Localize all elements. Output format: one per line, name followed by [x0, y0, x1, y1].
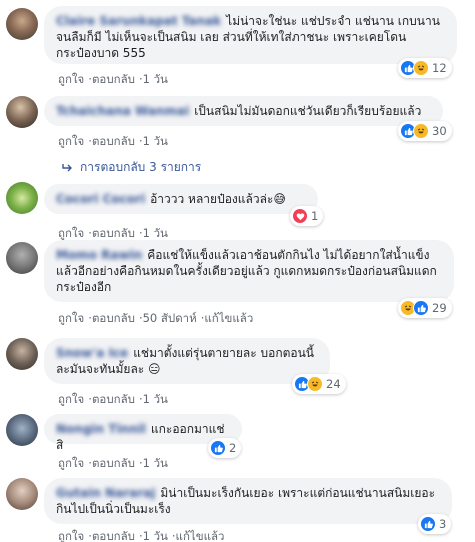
comment-author[interactable]: Nongin Tinnil	[56, 422, 146, 436]
like-reaction-icon	[413, 300, 429, 316]
comment-author[interactable]: Cocori Cocori	[56, 192, 145, 206]
comment-author[interactable]: Snow'a Ice	[56, 346, 128, 360]
edited-label[interactable]: แก้ไขแล้ว	[176, 529, 225, 542]
reply-arrow-icon	[62, 163, 72, 171]
timestamp[interactable]: 1 วัน	[143, 456, 168, 470]
reaction-summary[interactable]: 30	[398, 121, 452, 141]
avatar[interactable]	[6, 182, 38, 214]
reaction-summary[interactable]: 24	[292, 374, 346, 394]
comment-text: อ้าววว หลายป๋องแล้วล่ะ😅	[150, 192, 286, 206]
reply-link[interactable]: ตอบกลับ	[92, 392, 135, 406]
edited-label[interactable]: แก้ไขแล้ว	[204, 311, 253, 325]
comment-author[interactable]: Momo Rawin	[56, 248, 142, 262]
view-replies-link[interactable]: การตอบกลับ 3 รายการ	[62, 158, 201, 177]
comment-bubble: Tchaichana Wanmai เป็นสนิมไม่มันดอกแช่วัน…	[44, 96, 443, 126]
reply-link[interactable]: ตอบกลับ	[92, 311, 135, 325]
comment-bubble: Momo Rawin คือแช่ให้แข็งแล้วเอาช้อนตักกิน…	[44, 240, 454, 302]
comment-actions: ถูกใจ ·ตอบกลับ ·50 สัปดาห์ ·แก้ไขแล้ว	[58, 311, 254, 325]
comment-actions: ถูกใจ ·ตอบกลับ ·1 วัน	[58, 134, 168, 148]
like-link[interactable]: ถูกใจ	[58, 392, 84, 406]
replies-count-label: การตอบกลับ 3 รายการ	[80, 160, 202, 174]
avatar[interactable]	[6, 96, 38, 128]
reply-link[interactable]: ตอบกลับ	[92, 134, 135, 148]
reply-link[interactable]: ตอบกลับ	[92, 72, 135, 86]
like-link[interactable]: ถูกใจ	[58, 134, 84, 148]
avatar[interactable]	[6, 242, 38, 274]
like-link[interactable]: ถูกใจ	[58, 529, 84, 542]
timestamp[interactable]: 1 วัน	[143, 226, 168, 240]
reply-link[interactable]: ตอบกลับ	[92, 529, 135, 542]
comment-actions: ถูกใจ ·ตอบกลับ ·1 วัน ·แก้ไขแล้ว	[58, 529, 225, 542]
like-link[interactable]: ถูกใจ	[58, 226, 84, 240]
haha-reaction-icon	[413, 60, 429, 76]
like-link[interactable]: ถูกใจ	[58, 72, 84, 86]
comment-author[interactable]: Claire Sarunkapat Tanak	[56, 14, 221, 28]
haha-reaction-icon	[307, 376, 323, 392]
comment-bubble: Claire Sarunkapat Tanak ไม่น่าจะใช่นะ แช่…	[44, 6, 457, 64]
like-link[interactable]: ถูกใจ	[58, 456, 84, 470]
reaction-summary[interactable]: 12	[398, 58, 452, 78]
reaction-summary[interactable]: 29	[398, 298, 452, 318]
avatar[interactable]	[6, 414, 38, 446]
avatar[interactable]	[6, 338, 38, 370]
comment-bubble: Snow'a Ice แช่มาตั้งแต่รุ่นตายายละ บอกตอน…	[44, 338, 330, 384]
like-link[interactable]: ถูกใจ	[58, 311, 84, 325]
timestamp[interactable]: 1 วัน	[143, 392, 168, 406]
comment-text: เป็นสนิมไม่มันดอกแช่วันเดียวก็เรียบร้อยแ…	[194, 104, 422, 118]
reaction-summary[interactable]: 1	[290, 206, 324, 226]
reaction-count: 3	[439, 517, 447, 531]
like-reaction-icon	[210, 440, 226, 456]
timestamp[interactable]: 1 วัน	[143, 72, 168, 86]
timestamp[interactable]: 1 วัน	[143, 134, 168, 148]
reaction-count: 1	[311, 209, 319, 223]
reaction-count: 12	[432, 61, 447, 75]
like-reaction-icon	[420, 516, 436, 532]
timestamp[interactable]: 50 สัปดาห์	[143, 311, 197, 325]
reaction-summary[interactable]: 2	[208, 438, 242, 458]
reply-link[interactable]: ตอบกลับ	[92, 456, 135, 470]
reaction-count: 29	[432, 301, 447, 315]
haha-reaction-icon	[413, 123, 429, 139]
comment-actions: ถูกใจ ·ตอบกลับ ·1 วัน	[58, 392, 168, 406]
comment-actions: ถูกใจ ·ตอบกลับ ·1 วัน	[58, 456, 168, 470]
comment-author[interactable]: Gutain Nararaj	[56, 486, 155, 500]
timestamp[interactable]: 1 วัน	[143, 529, 168, 542]
comment-bubble: Cocori Cocori อ้าววว หลายป๋องแล้วล่ะ😅	[44, 184, 318, 214]
reaction-count: 24	[326, 377, 341, 391]
reply-link[interactable]: ตอบกลับ	[92, 226, 135, 240]
avatar[interactable]	[6, 8, 38, 40]
comment-bubble: Gutain Nararaj มิน่าเป็นมะเร็งกันเยอะ เพร…	[44, 478, 452, 524]
avatar[interactable]	[6, 478, 38, 510]
reaction-summary[interactable]: 3	[418, 514, 452, 534]
reaction-count: 2	[229, 441, 237, 455]
comment-actions: ถูกใจ ·ตอบกลับ ·1 วัน	[58, 72, 168, 86]
comment-author[interactable]: Tchaichana Wanmai	[56, 104, 189, 118]
reaction-count: 30	[432, 124, 447, 138]
love-reaction-icon	[292, 208, 308, 224]
